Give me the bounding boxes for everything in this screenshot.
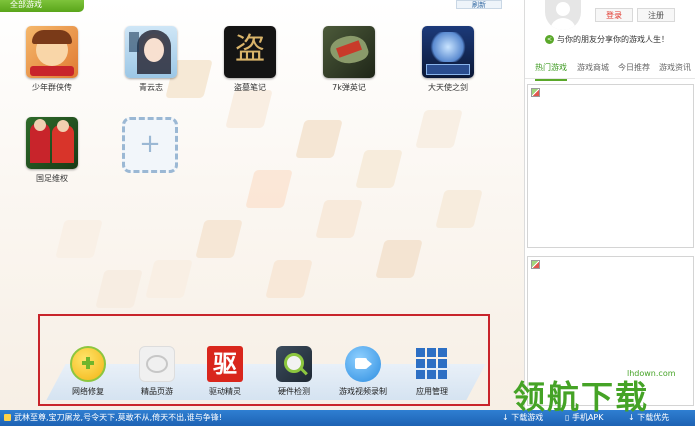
download-arrow-icon: ↓ (502, 413, 512, 422)
tab-hot-games[interactable]: 热门游戏 (535, 62, 567, 81)
ticker-text: 武林至尊,宝刀屠龙,号令天下,莫敢不从,倚天不出,谁与争锋! (14, 413, 222, 422)
login-button[interactable]: 登录 (595, 8, 633, 22)
network-repair-icon (70, 346, 106, 382)
broken-image-icon (531, 260, 540, 269)
shaonian-qunxia-icon (26, 26, 78, 78)
game-launcher-main: 全部游戏 刷新 少年群侠传 青云志 盗 盗墓笔记 7k弹英记 大天使之剑 国足维… (0, 0, 524, 410)
archangel-sword-icon (422, 26, 474, 78)
video-record-icon (345, 346, 381, 382)
tool-app-manager[interactable]: 应用管理 (400, 346, 464, 397)
site-watermark: 领航下载 lhdown.com (513, 369, 693, 416)
game-label: 盗墓笔记 (234, 83, 266, 92)
broken-image-icon (531, 88, 540, 97)
tool-label: 驱动精灵 (209, 387, 241, 396)
register-button[interactable]: 注册 (637, 8, 675, 22)
user-avatar[interactable] (545, 0, 581, 30)
share-icon: < (545, 35, 554, 44)
tool-label: 游戏视频录制 (339, 387, 387, 396)
web-games-icon (139, 346, 175, 382)
tool-hardware-check[interactable]: 硬件检测 (262, 346, 326, 397)
watermark-text: 领航下载 (513, 378, 650, 416)
tool-driver-genius[interactable]: 驱 驱动精灵 (193, 346, 257, 397)
game-label: 7k弹英记 (332, 83, 366, 92)
hardware-check-icon (276, 346, 312, 382)
ticker-icon (4, 414, 11, 421)
tool-video-record[interactable]: 游戏视频录制 (331, 346, 395, 397)
content-panel-top (527, 84, 694, 248)
driver-genius-glyph: 驱 (213, 350, 237, 378)
tab-game-store[interactable]: 游戏商城 (577, 62, 609, 73)
tab-today-recommend[interactable]: 今日推荐 (618, 62, 650, 73)
add-game-button[interactable]: + (122, 117, 178, 173)
tool-label: 应用管理 (416, 387, 448, 396)
sidebar-tabs: 热门游戏 游戏商城 今日推荐 游戏资讯 (525, 56, 695, 81)
football-icon (26, 117, 78, 169)
app-manager-icon (414, 346, 450, 382)
tab-game-news[interactable]: 游戏资讯 (659, 62, 691, 73)
game-item[interactable]: 大天使之剑 (412, 26, 484, 93)
refresh-button[interactable]: 刷新 (456, 0, 502, 9)
game-item[interactable]: 国足维权 (16, 117, 88, 184)
watermark-url: lhdown.com (627, 369, 676, 378)
game-item[interactable]: 盗 盗墓笔记 (214, 26, 286, 93)
7k-game-icon (323, 26, 375, 78)
news-ticker[interactable]: 武林至尊,宝刀屠龙,号令天下,莫敢不从,倚天不出,谁与争锋! (4, 410, 222, 426)
game-label: 大天使之剑 (428, 83, 468, 92)
tool-network-repair[interactable]: 网络修复 (56, 346, 120, 397)
game-label: 国足维权 (36, 174, 68, 183)
share-text: 与你的朋友分享你的游戏人生！ (557, 35, 669, 44)
tool-label: 硬件检测 (278, 387, 310, 396)
game-item[interactable]: 7k弹英记 (313, 26, 385, 93)
daomu-biji-icon: 盗 (224, 26, 276, 78)
right-sidebar: 登录 注册 < 与你的朋友分享你的游戏人生！ 热门游戏 游戏商城 今日推荐 游戏资… (524, 0, 695, 410)
game-item[interactable]: 青云志 (115, 26, 187, 93)
tool-label: 精品页游 (141, 387, 173, 396)
share-prompt[interactable]: < 与你的朋友分享你的游戏人生！ (545, 34, 669, 45)
driver-genius-icon: 驱 (207, 346, 243, 382)
tool-web-games[interactable]: 精品页游 (125, 346, 189, 397)
tool-label: 网络修复 (72, 387, 104, 396)
game-item[interactable]: 少年群侠传 (16, 26, 88, 93)
all-games-button[interactable]: 全部游戏 (0, 0, 84, 12)
qingyunzhi-icon (125, 26, 177, 78)
game-label: 少年群侠传 (32, 83, 72, 92)
game-label: 青云志 (139, 83, 163, 92)
